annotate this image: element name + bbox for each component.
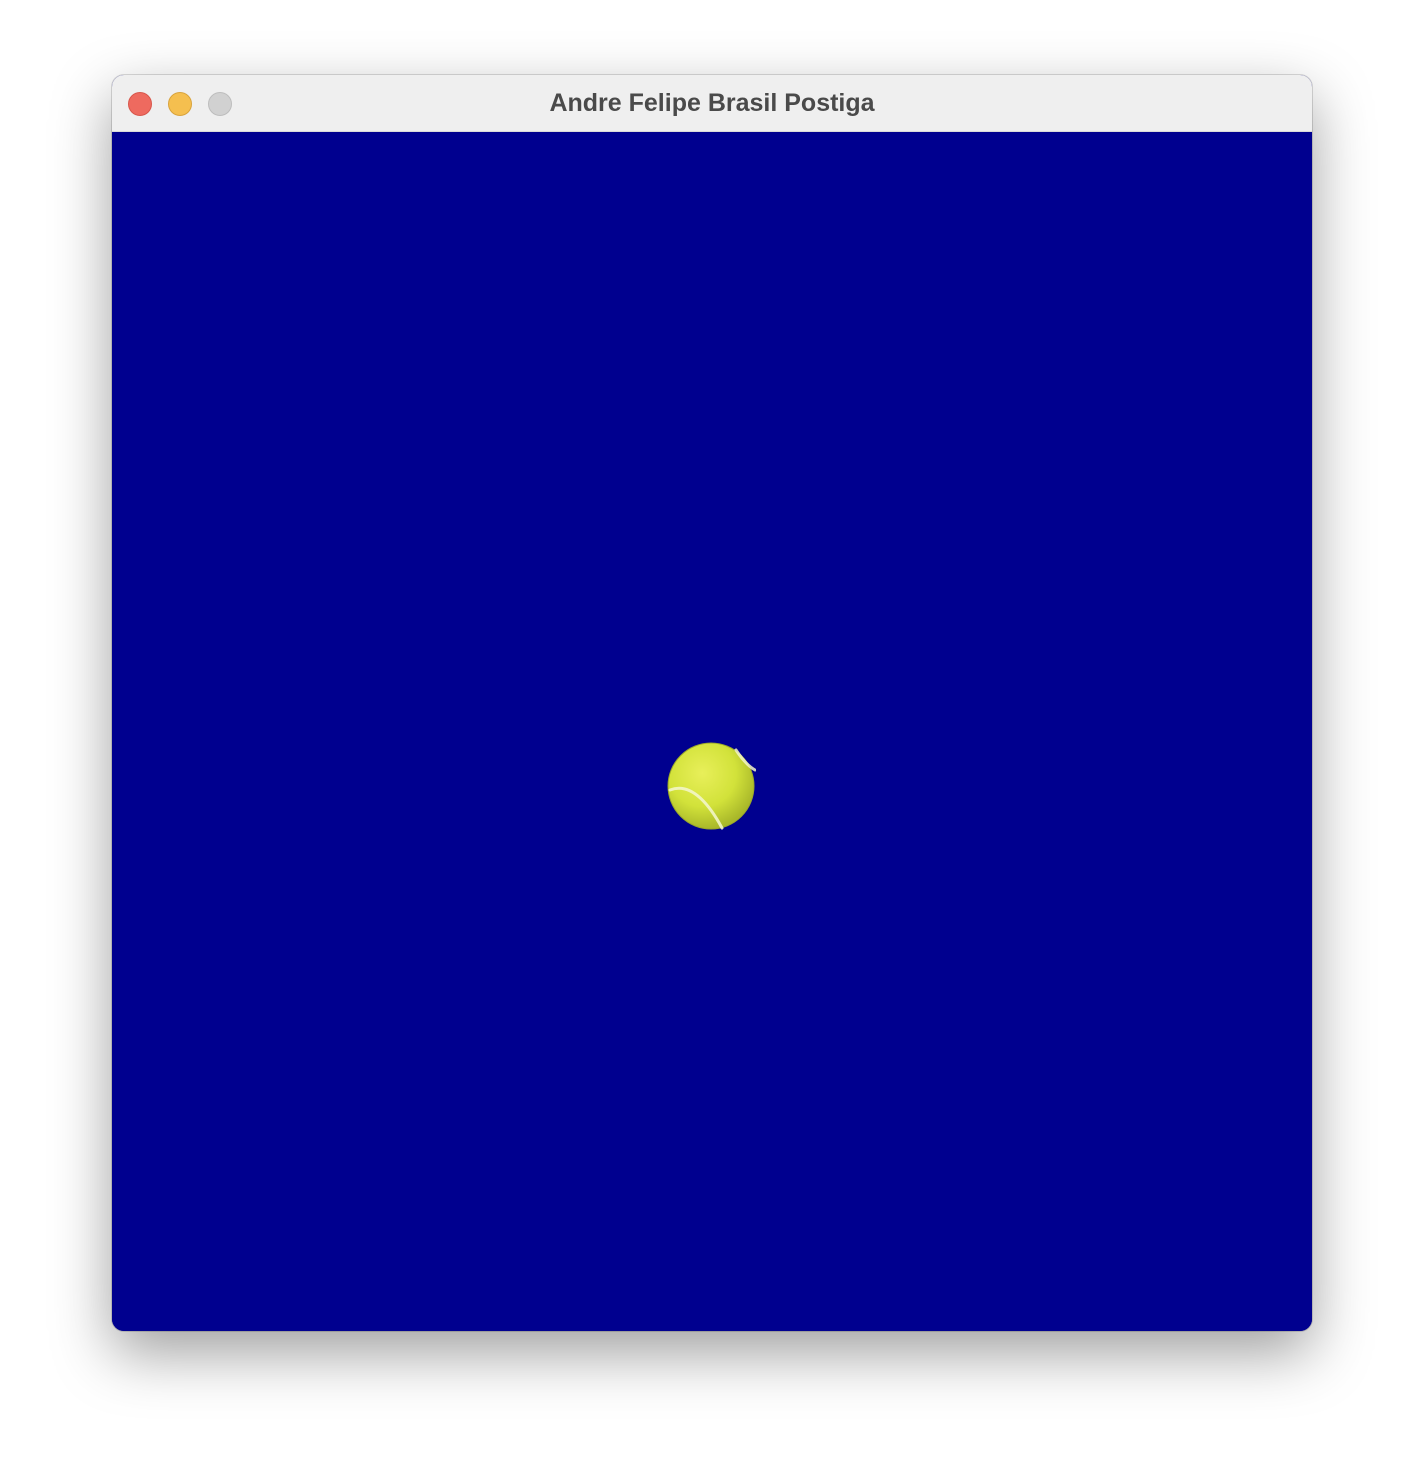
game-canvas[interactable] <box>112 132 1312 1331</box>
window-title: Andre Felipe Brasil Postiga <box>549 89 875 117</box>
title-bar[interactable]: Andre Felipe Brasil Postiga <box>112 75 1312 132</box>
tennis-ball-icon <box>667 742 756 830</box>
app-window: Andre Felipe Brasil Postiga <box>112 75 1312 1331</box>
